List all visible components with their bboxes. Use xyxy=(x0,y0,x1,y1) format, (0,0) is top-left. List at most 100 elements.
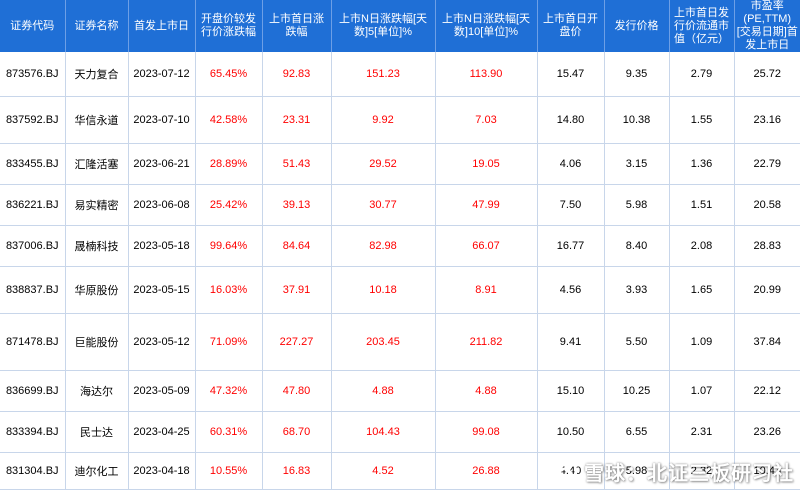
first-day-change-cell: 16.83 xyxy=(262,452,332,490)
issue-price-cell: 6.55 xyxy=(604,411,670,453)
name-cell: 天力复合 xyxy=(65,52,129,97)
name-cell: 易实精密 xyxy=(65,184,129,226)
n10-change-cell: 99.08 xyxy=(435,411,538,453)
code-cell: 837592.BJ xyxy=(0,96,66,144)
code-cell: 836699.BJ xyxy=(0,370,66,412)
header-n5-change: 上市N日涨跌幅[天数]5[单位]% xyxy=(331,0,436,52)
n5-change-cell: 203.45 xyxy=(331,313,436,371)
code-cell: 836221.BJ xyxy=(0,184,66,226)
table-row: 871478.BJ 巨能股份 2023-05-12 71.09% 227.27 203.4… xyxy=(0,313,800,371)
code-cell: 837006.BJ xyxy=(0,225,66,267)
n5-change-cell: 10.18 xyxy=(331,266,436,314)
n10-change-cell: 113.90 xyxy=(435,52,538,97)
float-cap-cell: 1.51 xyxy=(669,184,735,226)
pe-ttm-cell: 20.99 xyxy=(734,266,800,314)
table-row: 837006.BJ 晟楠科技 2023-05-18 99.64% 84.64 82.98 6… xyxy=(0,225,800,267)
header-pe-ttm: 市盈率(PE,TTM)[交易日期]首发上市日 xyxy=(734,0,800,52)
name-cell: 迪尔化工 xyxy=(65,452,129,490)
xueqiu-watermark: 雪球：北证三板研习社 xyxy=(552,456,794,486)
open-vs-issue-cell: 71.09% xyxy=(195,313,263,371)
header-first-day-open: 上市首日开盘价 xyxy=(537,0,605,52)
first-day-change-cell: 23.31 xyxy=(262,96,332,144)
issue-price-cell: 3.15 xyxy=(604,143,670,185)
issue-price-cell: 8.40 xyxy=(604,225,670,267)
n10-change-cell: 47.99 xyxy=(435,184,538,226)
pe-ttm-cell: 22.79 xyxy=(734,143,800,185)
n5-change-cell: 29.52 xyxy=(331,143,436,185)
n5-change-cell: 151.23 xyxy=(331,52,436,97)
header-issue-price: 发行价格 xyxy=(604,0,670,52)
header-list-date: 首发上市日 xyxy=(128,0,196,52)
pe-ttm-cell: 23.16 xyxy=(734,96,800,144)
issue-price-cell: 3.93 xyxy=(604,266,670,314)
n5-change-cell: 4.88 xyxy=(331,370,436,412)
code-cell: 833394.BJ xyxy=(0,411,66,453)
table-row: 836221.BJ 易实精密 2023-06-08 25.42% 39.13 30.77 4… xyxy=(0,184,800,226)
n10-change-cell: 66.07 xyxy=(435,225,538,267)
first-day-open-cell: 10.50 xyxy=(537,411,605,453)
pe-ttm-cell: 37.84 xyxy=(734,313,800,371)
issue-price-cell: 10.25 xyxy=(604,370,670,412)
issue-price-cell: 9.35 xyxy=(604,52,670,97)
name-cell: 巨能股份 xyxy=(65,313,129,371)
open-vs-issue-cell: 99.64% xyxy=(195,225,263,267)
name-cell: 民士达 xyxy=(65,411,129,453)
float-cap-cell: 2.08 xyxy=(669,225,735,267)
list-date-cell: 2023-05-15 xyxy=(128,266,196,314)
name-cell: 汇隆活塞 xyxy=(65,143,129,185)
float-cap-cell: 1.55 xyxy=(669,96,735,144)
code-cell: 831304.BJ xyxy=(0,452,66,490)
issue-price-cell: 5.50 xyxy=(604,313,670,371)
n5-change-cell: 9.92 xyxy=(331,96,436,144)
open-vs-issue-cell: 16.03% xyxy=(195,266,263,314)
float-cap-cell: 1.65 xyxy=(669,266,735,314)
name-cell: 华原股份 xyxy=(65,266,129,314)
table-row: 838837.BJ 华原股份 2023-05-15 16.03% 37.91 10.18 8… xyxy=(0,266,800,314)
first-day-change-cell: 51.43 xyxy=(262,143,332,185)
first-day-open-cell: 15.47 xyxy=(537,52,605,97)
n5-change-cell: 4.52 xyxy=(331,452,436,490)
float-cap-cell: 1.36 xyxy=(669,143,735,185)
n5-change-cell: 82.98 xyxy=(331,225,436,267)
float-cap-cell: 1.09 xyxy=(669,313,735,371)
first-day-open-cell: 9.41 xyxy=(537,313,605,371)
header-row: 证券代码 证券名称 首发上市日 开盘价较发行价涨跌幅 上市首日涨跌幅 上市N日涨跌幅[天数… xyxy=(0,0,800,52)
table-header: 证券代码 证券名称 首发上市日 开盘价较发行价涨跌幅 上市首日涨跌幅 上市N日涨跌幅[天数… xyxy=(0,0,800,52)
first-day-open-cell: 4.06 xyxy=(537,143,605,185)
name-cell: 晟楠科技 xyxy=(65,225,129,267)
float-cap-cell: 2.79 xyxy=(669,52,735,97)
float-cap-cell: 2.31 xyxy=(669,411,735,453)
list-date-cell: 2023-06-08 xyxy=(128,184,196,226)
list-date-cell: 2023-04-25 xyxy=(128,411,196,453)
open-vs-issue-cell: 25.42% xyxy=(195,184,263,226)
issue-price-cell: 5.98 xyxy=(604,184,670,226)
list-date-cell: 2023-05-09 xyxy=(128,370,196,412)
first-day-open-cell: 16.77 xyxy=(537,225,605,267)
first-day-change-cell: 68.70 xyxy=(262,411,332,453)
table-body: 873576.BJ 天力复合 2023-07-12 65.45% 92.83 151.23… xyxy=(0,52,800,490)
open-vs-issue-cell: 10.55% xyxy=(195,452,263,490)
open-vs-issue-cell: 47.32% xyxy=(195,370,263,412)
code-cell: 838837.BJ xyxy=(0,266,66,314)
n10-change-cell: 211.82 xyxy=(435,313,538,371)
first-day-change-cell: 39.13 xyxy=(262,184,332,226)
list-date-cell: 2023-04-18 xyxy=(128,452,196,490)
name-cell: 海达尔 xyxy=(65,370,129,412)
header-float-cap: 上市首日发行价流通市值（亿元） xyxy=(669,0,735,52)
first-day-change-cell: 84.64 xyxy=(262,225,332,267)
first-day-change-cell: 47.80 xyxy=(262,370,332,412)
open-vs-issue-cell: 65.45% xyxy=(195,52,263,97)
first-day-change-cell: 92.83 xyxy=(262,52,332,97)
header-n10-change: 上市N日涨跌幅[天数]10[单位]% xyxy=(435,0,538,52)
pe-ttm-cell: 28.83 xyxy=(734,225,800,267)
list-date-cell: 2023-05-12 xyxy=(128,313,196,371)
code-cell: 873576.BJ xyxy=(0,52,66,97)
pe-ttm-cell: 25.72 xyxy=(734,52,800,97)
n10-change-cell: 19.05 xyxy=(435,143,538,185)
open-vs-issue-cell: 60.31% xyxy=(195,411,263,453)
n10-change-cell: 7.03 xyxy=(435,96,538,144)
table-row: 837592.BJ 华信永道 2023-07-10 42.58% 23.31 9.92 7.… xyxy=(0,96,800,144)
code-cell: 833455.BJ xyxy=(0,143,66,185)
open-vs-issue-cell: 28.89% xyxy=(195,143,263,185)
header-open-vs-issue: 开盘价较发行价涨跌幅 xyxy=(195,0,263,52)
